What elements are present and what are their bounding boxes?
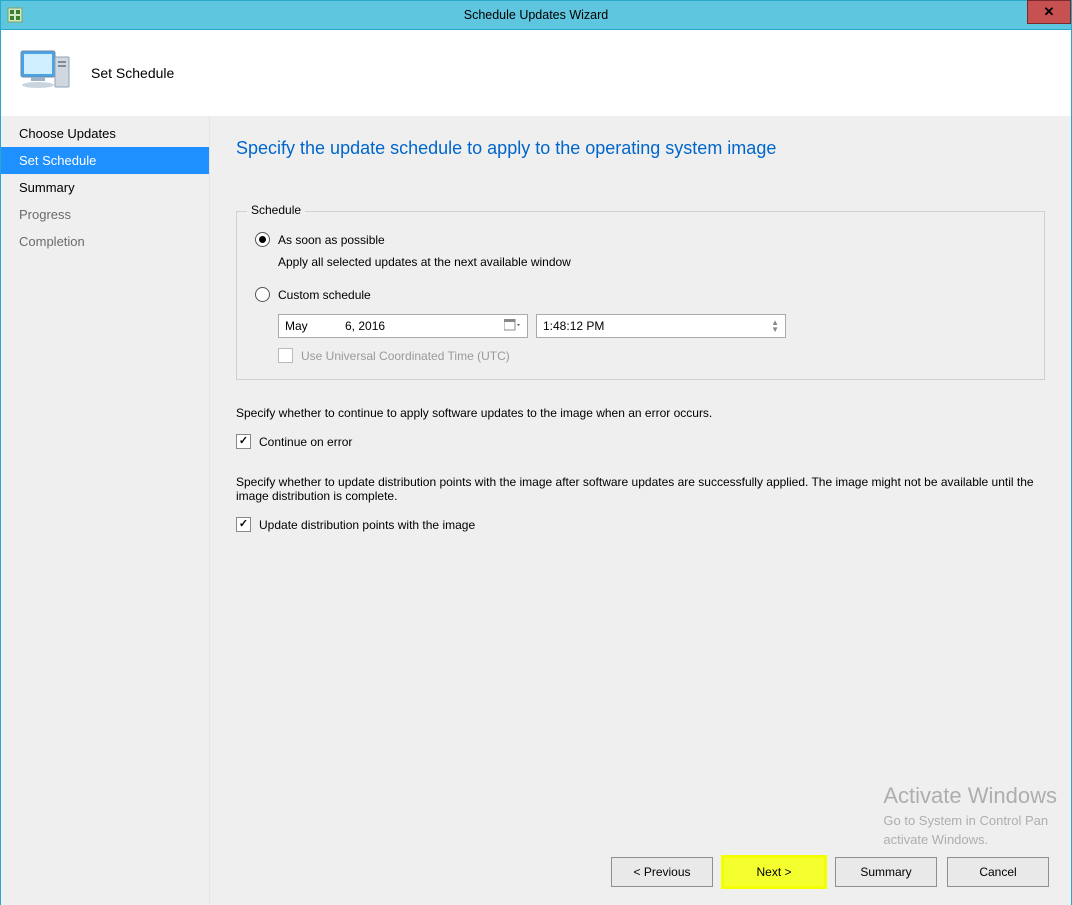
radio-custom[interactable]: Custom schedule [255, 287, 1026, 302]
date-month: May [285, 319, 345, 333]
previous-button[interactable]: < Previous [611, 857, 713, 887]
continue-on-error-checkbox[interactable]: Continue on error [236, 434, 1045, 449]
radio-asap-dot [255, 232, 270, 247]
header-title: Set Schedule [91, 65, 174, 81]
watermark-sub1: Go to System in Control Pan [883, 813, 1057, 828]
continue-on-error-box [236, 434, 251, 449]
computer-icon [17, 47, 77, 99]
summary-button[interactable]: Summary [835, 857, 937, 887]
window-title: Schedule Updates Wizard [1, 8, 1071, 22]
step-set-schedule[interactable]: Set Schedule [1, 147, 209, 174]
wizard-window: Schedule Updates Wizard ✕ Set Schedule C… [0, 0, 1072, 905]
update-dp-checkbox[interactable]: Update distribution points with the imag… [236, 517, 1045, 532]
schedule-groupbox: Schedule As soon as possible Apply all s… [236, 211, 1045, 380]
content-pane: Specify the update schedule to apply to … [210, 116, 1071, 905]
asap-description: Apply all selected updates at the next a… [278, 255, 1026, 269]
time-spinner-icon[interactable]: ▲▼ [771, 319, 779, 333]
time-value: 1:48:12 PM [543, 319, 604, 333]
watermark-sub2: activate Windows. [883, 832, 1057, 847]
body: Choose Updates Set Schedule Summary Prog… [1, 116, 1071, 905]
step-summary[interactable]: Summary [1, 174, 209, 201]
radio-custom-dot [255, 287, 270, 302]
cancel-button[interactable]: Cancel [947, 857, 1049, 887]
app-icon [1, 1, 29, 29]
time-picker[interactable]: 1:48:12 PM ▲▼ [536, 314, 786, 338]
close-button[interactable]: ✕ [1027, 0, 1071, 24]
step-completion: Completion [1, 228, 209, 255]
radio-asap-label: As soon as possible [278, 233, 385, 247]
datetime-row: May 6, 2016 1:48:12 PM [278, 314, 1026, 338]
radio-asap[interactable]: As soon as possible [255, 232, 1026, 247]
watermark-title: Activate Windows [883, 783, 1057, 809]
radio-custom-label: Custom schedule [278, 288, 371, 302]
wizard-steps-sidebar: Choose Updates Set Schedule Summary Prog… [1, 116, 210, 905]
utc-checkbox: Use Universal Coordinated Time (UTC) [278, 348, 1026, 363]
step-choose-updates[interactable]: Choose Updates [1, 120, 209, 147]
activate-windows-watermark: Activate Windows Go to System in Control… [883, 783, 1057, 847]
update-dp-description: Specify whether to update distribution p… [236, 475, 1040, 503]
continue-on-error-description: Specify whether to continue to apply sof… [236, 406, 1040, 420]
header-band: Set Schedule [1, 30, 1071, 116]
update-dp-label: Update distribution points with the imag… [259, 518, 475, 532]
date-picker[interactable]: May 6, 2016 [278, 314, 528, 338]
next-button[interactable]: Next > [723, 857, 825, 887]
calendar-dropdown-icon[interactable] [501, 315, 523, 337]
update-dp-box [236, 517, 251, 532]
step-progress: Progress [1, 201, 209, 228]
schedule-legend: Schedule [247, 203, 305, 217]
titlebar: Schedule Updates Wizard ✕ [1, 1, 1071, 30]
continue-on-error-label: Continue on error [259, 435, 352, 449]
utc-checkbox-label: Use Universal Coordinated Time (UTC) [301, 349, 510, 363]
wizard-button-bar: < Previous Next > Summary Cancel [611, 857, 1049, 887]
page-heading: Specify the update schedule to apply to … [236, 138, 1045, 159]
utc-checkbox-box [278, 348, 293, 363]
date-dayyear: 6, 2016 [345, 319, 521, 333]
close-icon: ✕ [1044, 4, 1055, 20]
